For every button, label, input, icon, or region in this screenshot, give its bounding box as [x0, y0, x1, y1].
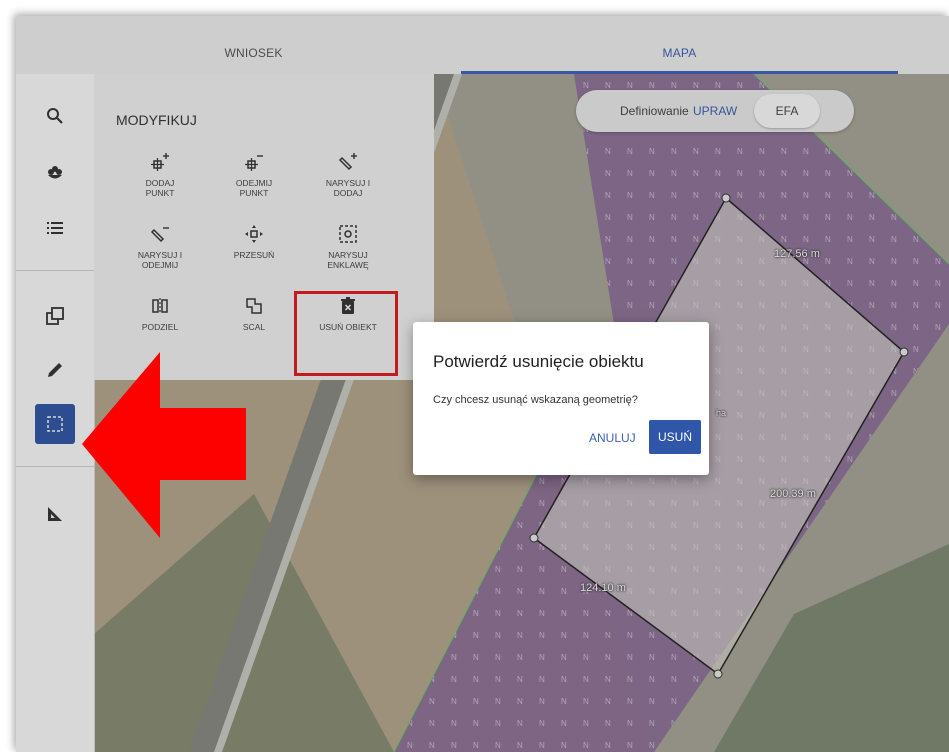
confirm-delete-dialog: Potwierdź usunięcie obiektu Czy chcesz u…	[413, 322, 709, 475]
red-arrow-annotation	[82, 352, 246, 538]
confirm-delete-button[interactable]: USUŃ	[649, 420, 701, 454]
cancel-button[interactable]: ANULUJ	[583, 422, 642, 454]
app-window: N 127.56 m 200.39 m	[16, 16, 949, 752]
dialog-message: Czy chcesz usunąć wskazaną geometrię?	[433, 394, 638, 406]
dialog-title: Potwierdź usunięcie obiektu	[433, 352, 644, 371]
